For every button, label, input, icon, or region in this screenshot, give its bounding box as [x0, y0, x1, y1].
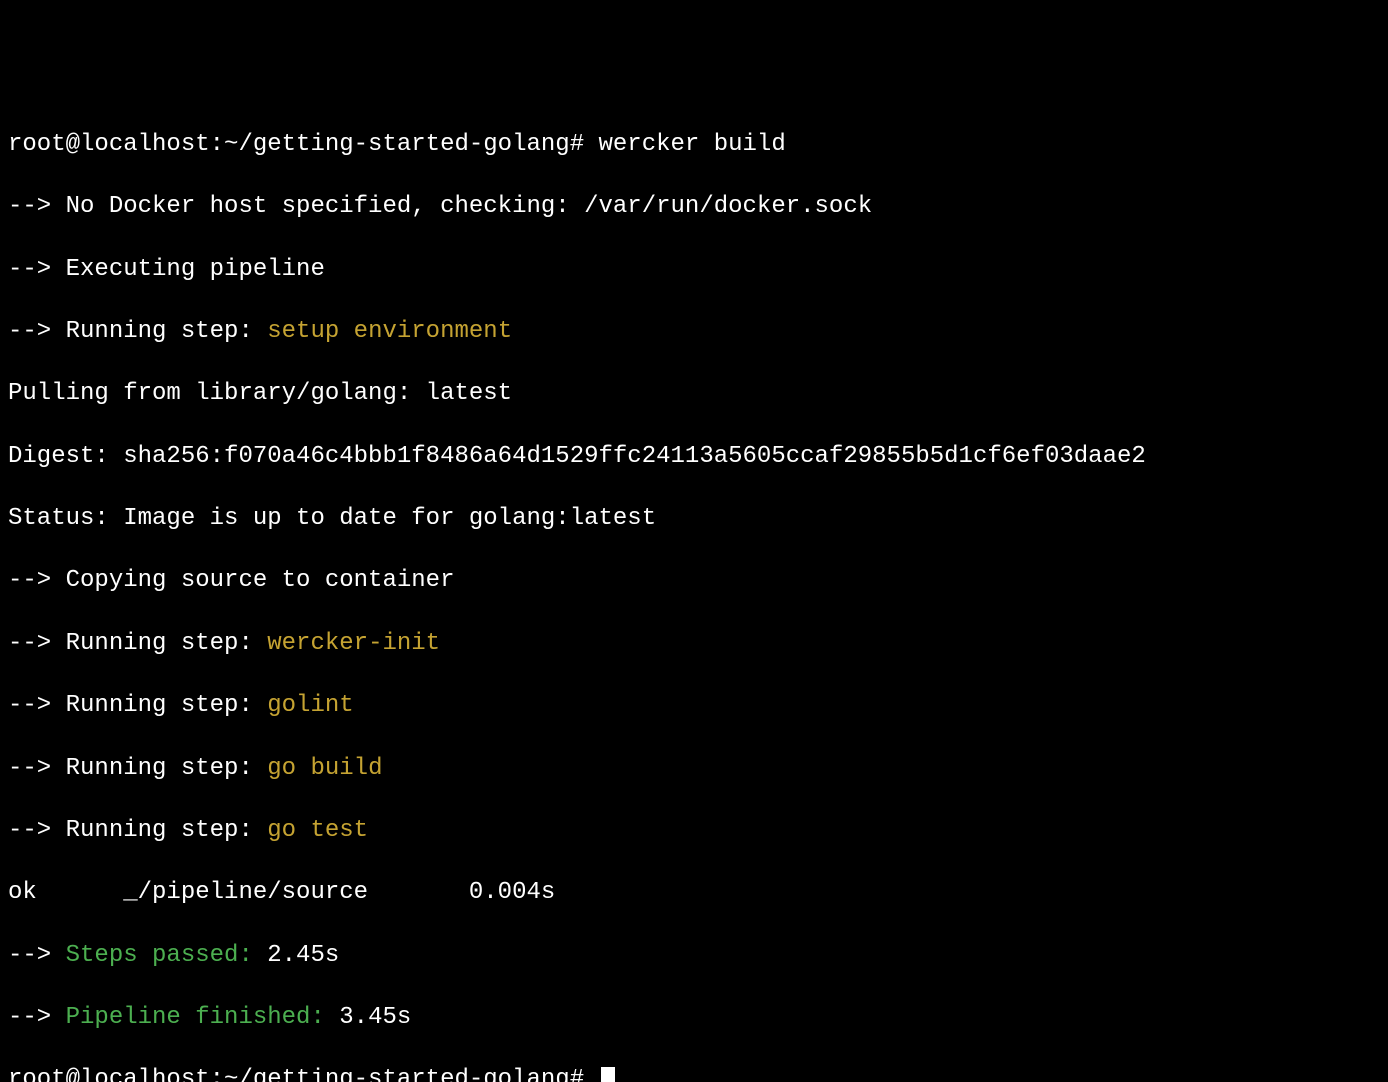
terminal-line-output: ok _/pipeline/source 0.004s	[8, 877, 1380, 908]
terminal-line-output: --> Copying source to container	[8, 565, 1380, 596]
terminal-line-output: Status: Image is up to date for golang:l…	[8, 503, 1380, 534]
success-label: Pipeline finished:	[66, 1004, 340, 1031]
terminal-line-output: --> Executing pipeline	[8, 254, 1380, 285]
terminal-line-output: Pulling from library/golang: latest	[8, 378, 1380, 409]
step-name: wercker-init	[267, 630, 440, 657]
step-prefix: --> Running step:	[8, 630, 267, 657]
step-name: go build	[267, 755, 382, 782]
prompt-text: root@localhost:~/getting-started-golang#	[8, 1066, 599, 1082]
terminal-line-step: --> Running step: golint	[8, 690, 1380, 721]
step-prefix: --> Running step:	[8, 817, 267, 844]
step-prefix: --> Running step:	[8, 755, 267, 782]
success-value: 2.45s	[267, 942, 339, 969]
step-name: setup environment	[267, 318, 512, 345]
terminal-line-output: --> No Docker host specified, checking: …	[8, 191, 1380, 222]
terminal-line-prompt-1[interactable]: root@localhost:~/getting-started-golang#…	[8, 129, 1380, 160]
cursor-icon	[601, 1067, 615, 1082]
terminal-line-success: --> Pipeline finished: 3.45s	[8, 1002, 1380, 1033]
step-prefix: --> Running step:	[8, 692, 267, 719]
success-prefix: -->	[8, 942, 66, 969]
terminal-line-step: --> Running step: setup environment	[8, 316, 1380, 347]
success-value: 3.45s	[339, 1004, 411, 1031]
terminal-line-success: --> Steps passed: 2.45s	[8, 940, 1380, 971]
terminal-line-step: --> Running step: wercker-init	[8, 628, 1380, 659]
terminal-line-prompt-2[interactable]: root@localhost:~/getting-started-golang#	[8, 1064, 1380, 1082]
terminal-line-step: --> Running step: go test	[8, 815, 1380, 846]
command-text: wercker build	[599, 131, 786, 158]
prompt-text: root@localhost:~/getting-started-golang#	[8, 131, 599, 158]
success-label: Steps passed:	[66, 942, 268, 969]
terminal-line-output: Digest: sha256:f070a46c4bbb1f8486a64d152…	[8, 441, 1380, 472]
step-prefix: --> Running step:	[8, 318, 267, 345]
step-name: golint	[267, 692, 353, 719]
terminal-line-step: --> Running step: go build	[8, 753, 1380, 784]
step-name: go test	[267, 817, 368, 844]
success-prefix: -->	[8, 1004, 66, 1031]
